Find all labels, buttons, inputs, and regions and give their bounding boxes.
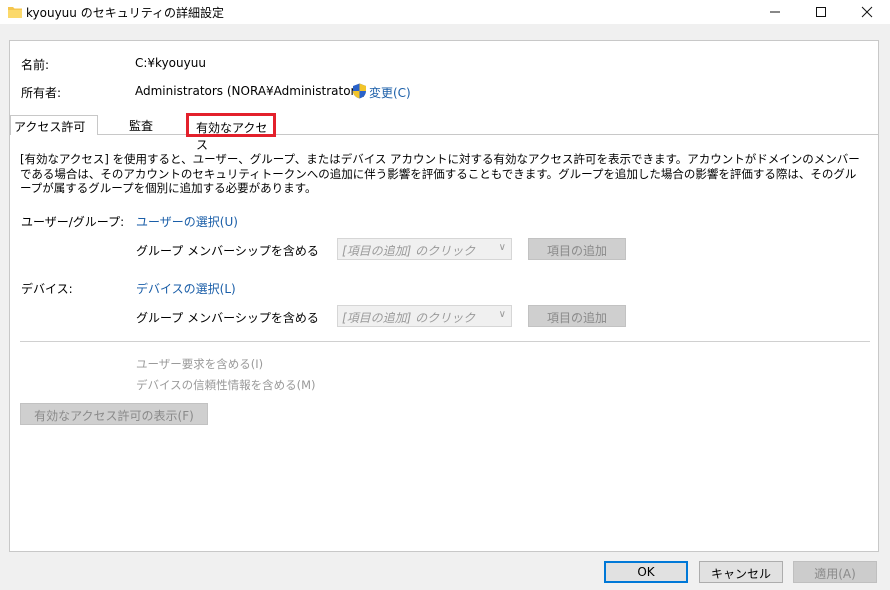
minimize-icon[interactable] <box>752 0 798 24</box>
window-title: kyouyuu のセキュリティの詳細設定 <box>26 6 224 20</box>
select-user-link[interactable]: ユーザーの選択(U) <box>136 213 238 230</box>
cancel-button[interactable]: キャンセル <box>699 561 783 583</box>
user-group-membership-label: グループ メンバーシップを含める <box>136 244 319 258</box>
user-add-item-button[interactable]: 項目の追加 <box>528 238 626 260</box>
uac-shield-icon <box>353 83 366 99</box>
change-owner-link[interactable]: 変更(C) <box>369 84 411 101</box>
tab-effective-access[interactable]: 有効なアクセス <box>186 113 276 152</box>
view-effective-access-button[interactable]: 有効なアクセス許可の表示(F) <box>20 403 208 425</box>
ok-button[interactable]: OK <box>604 561 688 583</box>
owner-value: Administrators (NORA¥Administrators) <box>135 84 367 98</box>
device-group-combo-value: [項目の追加] のクリック <box>342 311 476 325</box>
section-divider <box>20 341 870 342</box>
chevron-down-icon: ∨ <box>498 242 506 253</box>
device-label: デバイス: <box>21 282 73 296</box>
chevron-down-icon: ∨ <box>498 309 506 320</box>
title-bar: kyouyuu のセキュリティの詳細設定 <box>0 0 890 24</box>
close-icon[interactable] <box>844 0 890 24</box>
name-value: C:¥kyouyuu <box>135 56 206 70</box>
select-device-link[interactable]: デバイスの選択(L) <box>136 280 236 297</box>
apply-button[interactable]: 適用(A) <box>793 561 877 583</box>
user-group-label: ユーザー/グループ: <box>21 215 125 229</box>
device-add-item-button[interactable]: 項目の追加 <box>528 305 626 327</box>
main-panel: 名前: C:¥kyouyuu 所有者: Administrators (NORA… <box>9 40 879 552</box>
folder-icon <box>8 7 22 18</box>
maximize-icon[interactable] <box>798 0 844 24</box>
device-group-membership-label: グループ メンバーシップを含める <box>136 311 319 325</box>
tab-permissions[interactable]: アクセス許可 <box>10 115 98 135</box>
name-label: 名前: <box>21 58 50 72</box>
device-group-combo[interactable]: [項目の追加] のクリック ∨ <box>337 305 512 327</box>
tab-audit[interactable]: 監査 <box>118 115 178 135</box>
user-group-combo[interactable]: [項目の追加] のクリック ∨ <box>337 238 512 260</box>
include-user-claims-link[interactable]: ユーザー要求を含める(I) <box>136 356 263 372</box>
effective-access-description: [有効なアクセス] を使用すると、ユーザー、グループ、またはデバイス アカウント… <box>20 152 860 195</box>
owner-label: 所有者: <box>21 86 62 100</box>
include-device-claims-link[interactable]: デバイスの信頼性情報を含める(M) <box>136 377 316 393</box>
user-group-combo-value: [項目の追加] のクリック <box>342 244 476 258</box>
